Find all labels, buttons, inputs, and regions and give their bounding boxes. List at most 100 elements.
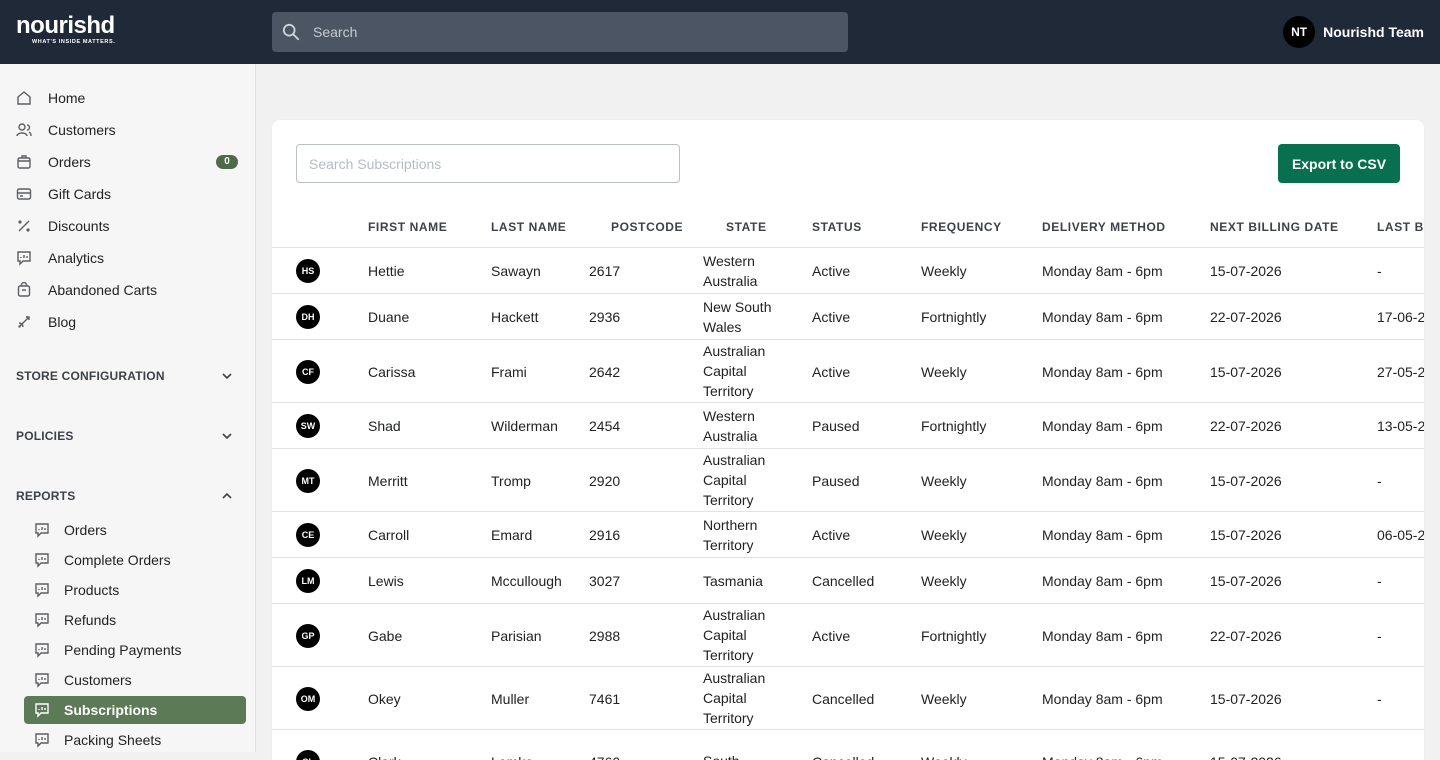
cell-first-name: Clark [368,754,401,760]
cell-delivery-method: Monday 8am - 6pm [1042,263,1163,279]
avatar: GP [296,624,320,648]
sidebar-item-customers[interactable]: Customers [16,114,240,146]
sidebar: Home Customers Orders 0 Gift Cards Disco… [0,64,256,752]
cell-postcode: 2936 [589,309,620,325]
column-header-next-billing-date[interactable]: NEXT BILLING DATE [1210,220,1339,234]
column-header-delivery-method[interactable]: DELIVERY METHOD [1042,220,1166,234]
sidebar-item-abandoned-carts[interactable]: Abandoned Carts [16,274,240,306]
sidebar-item-gift-cards[interactable]: Gift Cards [16,178,240,210]
cell-status: Active [812,263,850,279]
chevron-down-icon [220,369,234,383]
cell-state: Australian Capital Territory [703,341,783,401]
column-header-last-billing-date[interactable]: LAST BI [1377,220,1424,234]
cell-delivery-method: Monday 8am - 6pm [1042,364,1163,380]
subscription-search-field[interactable] [296,144,680,183]
avatar: NT [1283,16,1315,48]
table-row[interactable]: GPGabeParisian2988Australian Capital Ter… [272,604,1424,667]
sidebar-item-label: Blog [48,314,76,330]
sidebar-item-label: Customers [48,122,116,138]
orders-count-badge: 0 [216,155,238,169]
report-item-refunds[interactable]: Refunds [24,606,246,634]
sidebar-item-label: Orders [48,154,91,170]
top-bar: nourishd WHAT'S INSIDE MATTERS. Search N… [0,0,1440,64]
blog-icon [16,314,32,330]
report-item-subscriptions[interactable]: Subscriptions [24,696,246,724]
cell-first-name: Duane [368,309,409,325]
cell-status: Paused [812,418,859,434]
cell-last-name: Frami [491,364,527,380]
section-policies[interactable]: POLICIES [16,424,240,448]
table-row[interactable]: LMLewisMccullough3027TasmaniaCancelledWe… [272,558,1424,604]
avatar: MT [296,469,320,493]
sidebar-item-label: Gift Cards [48,186,111,202]
report-item-orders[interactable]: Orders [24,516,246,544]
column-header-state[interactable]: STATE [726,220,767,234]
table-row[interactable]: CLClarkLemke4760SouthCancelledWeeklyMond… [272,730,1424,760]
column-header-frequency[interactable]: FREQUENCY [921,220,1002,234]
cell-status: Paused [812,473,859,489]
table-row[interactable]: DHDuaneHackett2936New South WalesActiveF… [272,294,1424,340]
analytics-icon [16,250,32,266]
subscription-search-input[interactable] [297,145,679,182]
cell-first-name: Okey [368,691,401,707]
cell-state: Australian Capital Territory [703,450,783,510]
report-item-complete-orders[interactable]: Complete Orders [24,546,246,574]
global-search[interactable]: Search [272,12,848,52]
brand-logo[interactable]: nourishd WHAT'S INSIDE MATTERS. [16,14,115,45]
table-row[interactable]: CECarrollEmard2916Northern TerritoryActi… [272,512,1424,558]
user-menu[interactable]: NT Nourishd Team [1283,16,1424,48]
column-header-status[interactable]: STATUS [812,220,862,234]
cell-last-billing-date: - [1377,691,1382,707]
sidebar-item-home[interactable]: Home [16,82,240,114]
cell-next-billing-date: 15-07-2026 [1210,364,1282,380]
cell-delivery-method: Monday 8am - 6pm [1042,628,1163,644]
cell-delivery-method: Monday 8am - 6pm [1042,573,1163,589]
column-header-first-name[interactable]: FIRST NAME [368,220,447,234]
report-item-customers[interactable]: Customers [24,666,246,694]
cell-frequency: Weekly [921,573,967,589]
cell-status: Cancelled [812,573,874,589]
avatar: DH [296,305,320,329]
sidebar-item-orders[interactable]: Orders 0 [16,146,240,178]
column-header-last-name[interactable]: LAST NAME [491,220,566,234]
section-label: POLICIES [16,429,74,443]
table-row[interactable]: SWShadWilderman2454Western AustraliaPaus… [272,403,1424,449]
section-store-configuration[interactable]: STORE CONFIGURATION [16,364,240,388]
cell-postcode: 2454 [589,418,620,434]
report-label: Orders [64,522,107,538]
cell-next-billing-date: 15-07-2026 [1210,527,1282,543]
cell-frequency: Weekly [921,364,967,380]
report-item-packing-sheets[interactable]: Packing Sheets [24,726,246,754]
report-item-pending-payments[interactable]: Pending Payments [24,636,246,664]
report-item-products[interactable]: Products [24,576,246,604]
cell-state: South [703,751,783,760]
report-icon [34,702,50,718]
column-header-postcode[interactable]: POSTCODE [611,220,683,234]
cell-postcode: 2988 [589,628,620,644]
avatar: CL [296,750,320,760]
cell-last-billing-date: 06-05-2 [1377,527,1424,543]
cell-first-name: Merritt [368,473,408,489]
cell-first-name: Carroll [368,527,409,543]
cell-delivery-method: Monday 8am - 6pm [1042,527,1163,543]
report-icon [34,582,50,598]
cell-state: Australian Capital Territory [703,668,783,728]
sidebar-item-discounts[interactable]: Discounts [16,210,240,242]
sidebar-item-analytics[interactable]: Analytics [16,242,240,274]
report-label: Subscriptions [64,702,157,718]
table-row[interactable]: OMOkeyMuller7461Australian Capital Terri… [272,667,1424,730]
avatar: LM [296,569,320,593]
cell-first-name: Lewis [368,573,404,589]
cell-frequency: Fortnightly [921,418,986,434]
section-reports[interactable]: REPORTS [16,484,240,508]
table-row[interactable]: MTMerrittTromp2920Australian Capital Ter… [272,449,1424,512]
table-row[interactable]: HSHettieSawayn2617Western AustraliaActiv… [272,248,1424,294]
report-label: Complete Orders [64,552,171,568]
sidebar-item-label: Abandoned Carts [48,282,157,298]
cell-frequency: Weekly [921,473,967,489]
sidebar-item-label: Analytics [48,250,104,266]
sidebar-item-blog[interactable]: Blog [16,306,240,338]
export-csv-button[interactable]: Export to CSV [1278,144,1400,183]
cell-last-name: Hackett [491,309,538,325]
table-row[interactable]: CFCarissaFrami2642Australian Capital Ter… [272,340,1424,403]
